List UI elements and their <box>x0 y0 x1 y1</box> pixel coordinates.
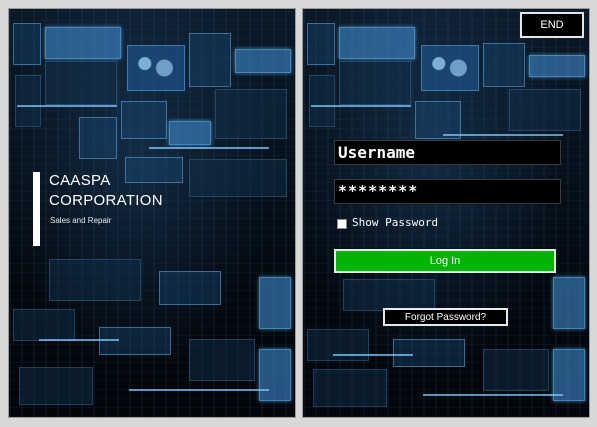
brand-name-line2: CORPORATION <box>49 192 163 209</box>
end-button[interactable]: END <box>520 12 584 38</box>
brand-tagline: Sales and Repair <box>50 216 112 225</box>
login-button[interactable]: Log In <box>334 249 556 273</box>
brand-name-line1: CAASPA <box>49 172 111 189</box>
show-password-label[interactable]: Show Password <box>352 216 438 229</box>
brand-accent-bar <box>33 172 40 246</box>
forgot-password-button[interactable]: Forgot Password? <box>383 308 508 326</box>
username-input[interactable]: Username <box>334 140 561 165</box>
brand-panel: CAASPA CORPORATION Sales and Repair <box>9 9 295 417</box>
tech-background-image <box>303 9 589 417</box>
show-password-checkbox[interactable] <box>337 219 347 229</box>
password-input[interactable]: ******** <box>334 179 561 204</box>
tech-background-image <box>9 9 295 417</box>
login-panel: END Username ******** Show Password Log … <box>303 9 589 417</box>
